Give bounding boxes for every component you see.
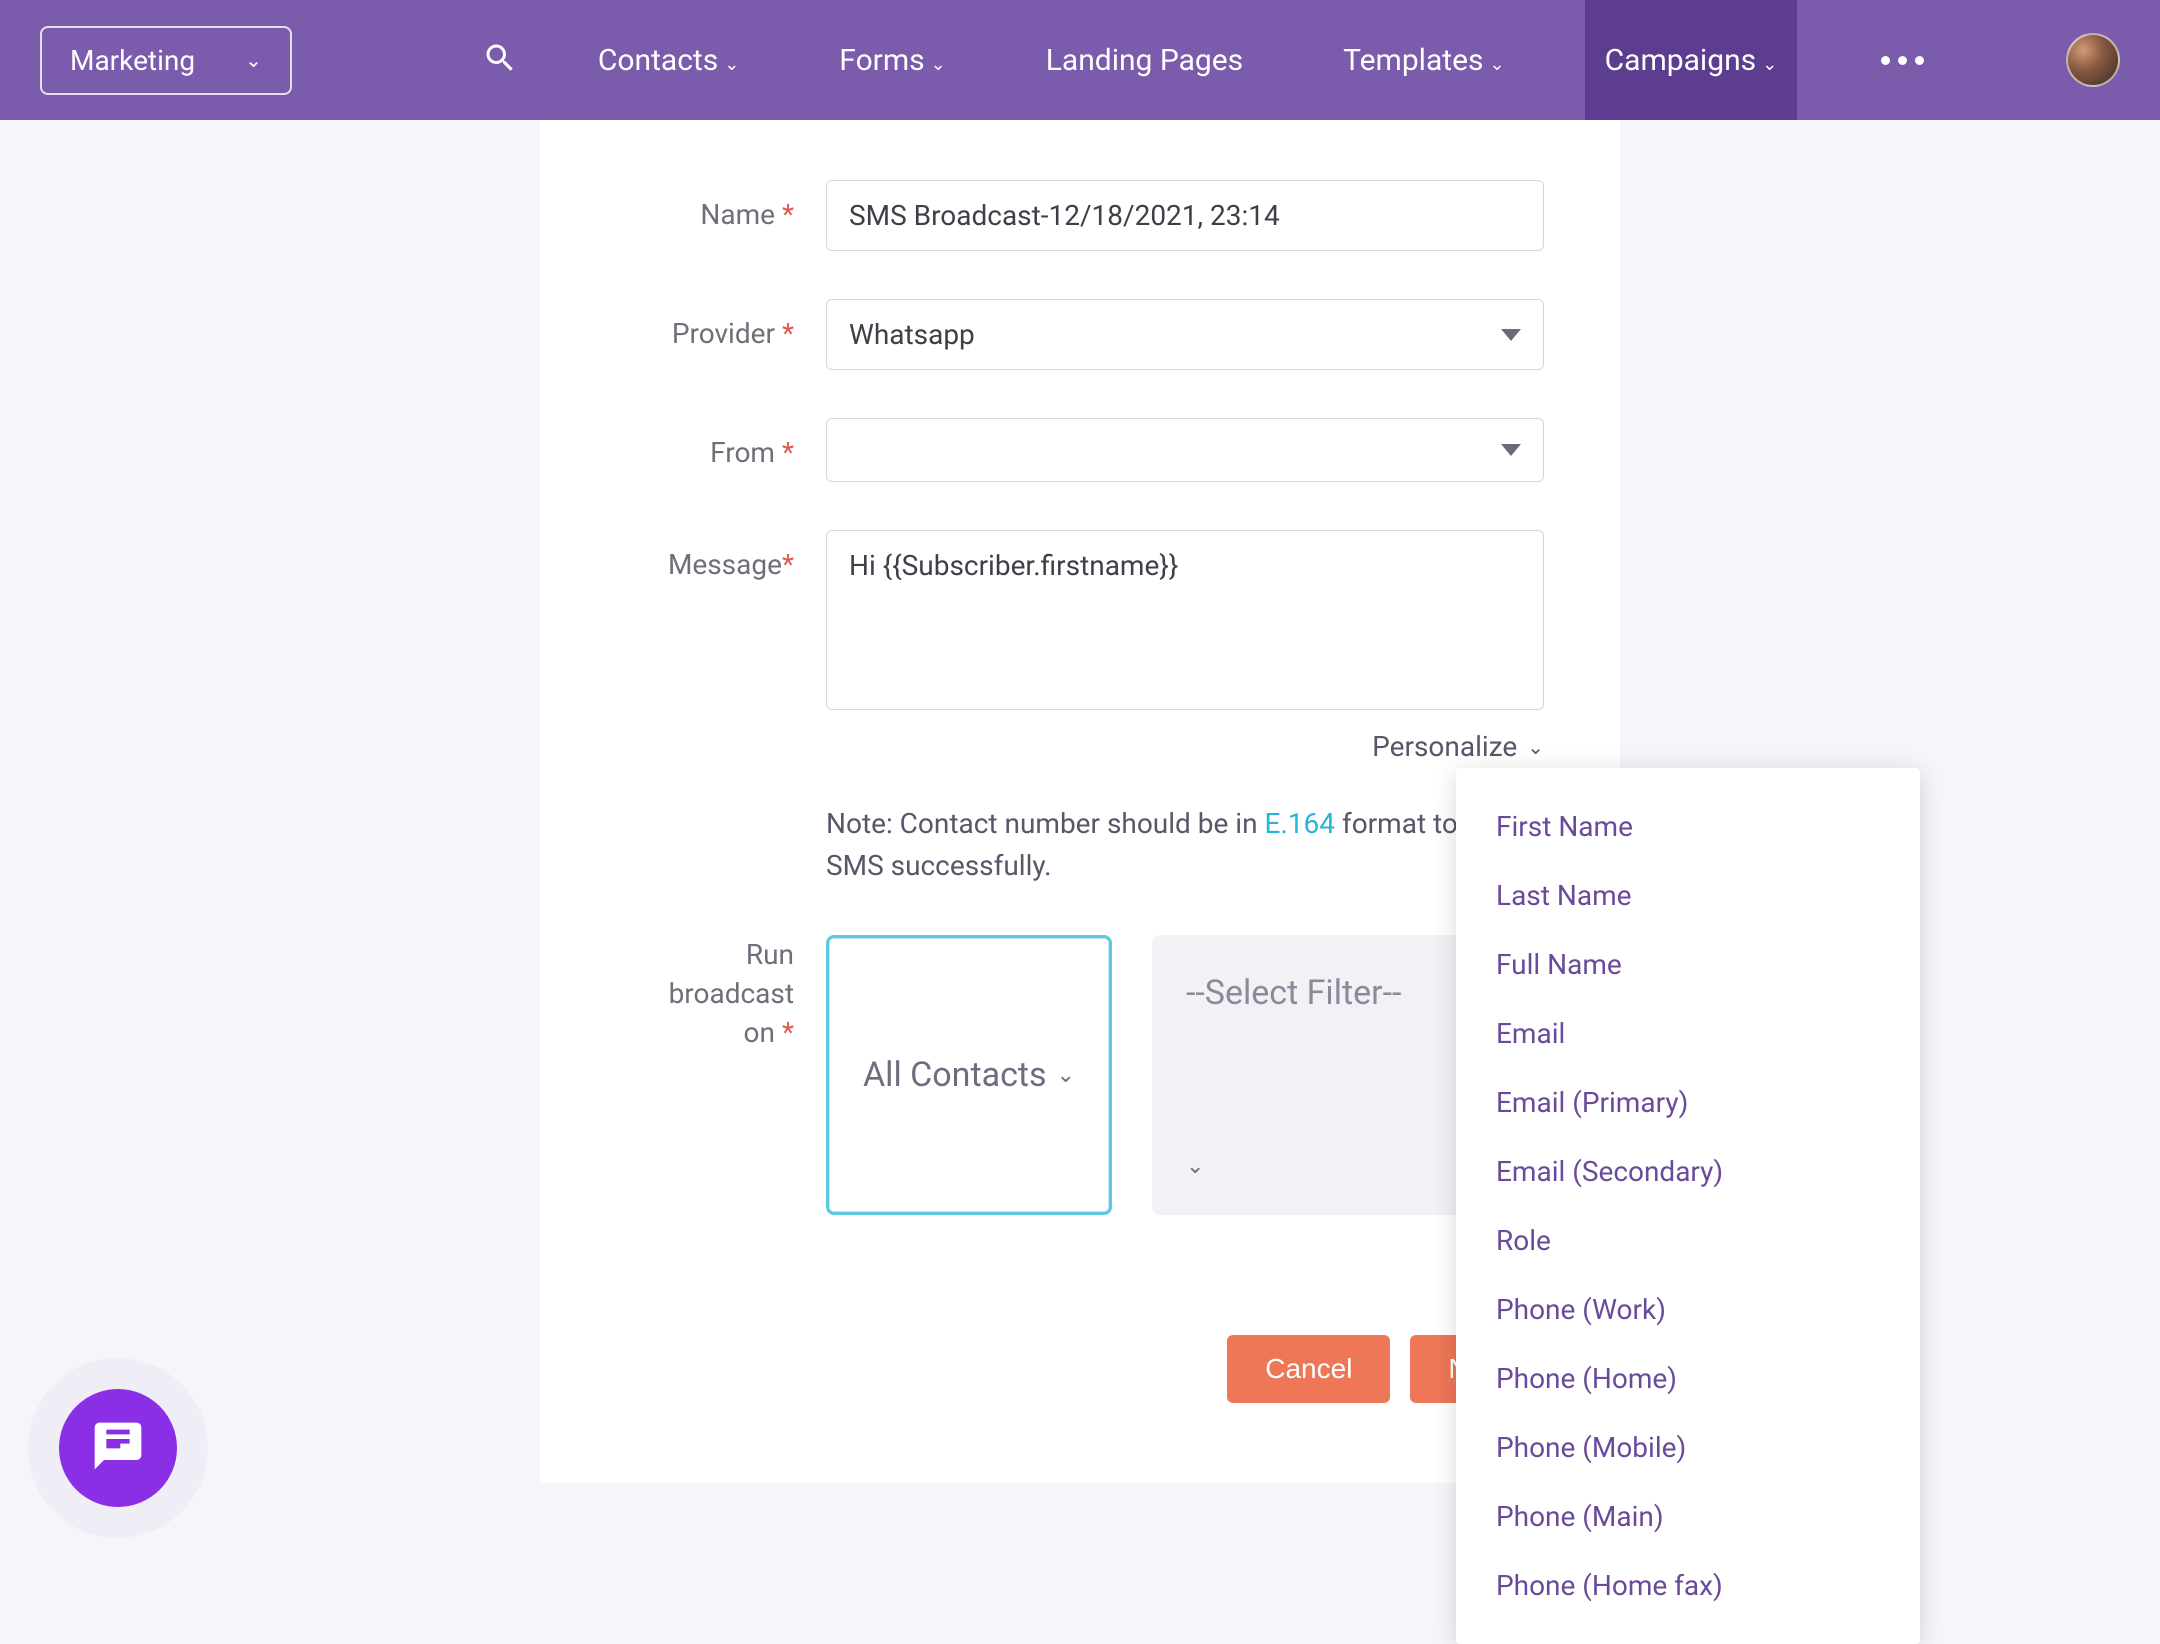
from-select[interactable] bbox=[826, 418, 1544, 482]
chevron-down-icon: ⌄ bbox=[931, 54, 946, 75]
dots-icon bbox=[1898, 56, 1907, 65]
personalize-option[interactable]: Full Name bbox=[1456, 930, 1920, 999]
personalize-option[interactable]: First Name bbox=[1456, 792, 1920, 861]
contacts-select-value: All Contacts bbox=[863, 1055, 1047, 1095]
personalize-option[interactable]: Email bbox=[1456, 999, 1920, 1068]
personalize-label: Personalize bbox=[1372, 730, 1517, 763]
nav-item-label: Campaigns bbox=[1605, 43, 1757, 78]
nav-item-label: Landing Pages bbox=[1046, 43, 1243, 78]
dots-icon bbox=[1915, 56, 1924, 65]
provider-label: Provider * bbox=[616, 299, 826, 350]
broadcast-label: Run broadcast on * bbox=[616, 935, 826, 1053]
nav-contacts[interactable]: Contacts ⌄ bbox=[578, 0, 759, 120]
name-label: Name * bbox=[616, 180, 826, 231]
chat-fab-halo bbox=[28, 1358, 208, 1538]
personalize-option[interactable]: Role bbox=[1456, 1206, 1920, 1275]
nav-templates[interactable]: Templates ⌄ bbox=[1323, 0, 1524, 120]
dots-icon bbox=[1881, 56, 1890, 65]
chevron-down-icon: ⌄ bbox=[1762, 54, 1777, 75]
chevron-down-icon: ⌄ bbox=[1527, 735, 1544, 759]
avatar[interactable] bbox=[2066, 33, 2120, 87]
message-label: Message* bbox=[616, 530, 826, 581]
nav-forms[interactable]: Forms ⌄ bbox=[819, 0, 965, 120]
personalize-option[interactable]: Phone (Work) bbox=[1456, 1275, 1920, 1344]
search-icon[interactable] bbox=[482, 40, 518, 80]
caret-down-icon bbox=[1501, 329, 1521, 341]
name-input[interactable] bbox=[826, 180, 1544, 251]
top-nav: Marketing ⌄ Contacts ⌄ Forms ⌄ Landing P… bbox=[0, 0, 2160, 120]
personalize-option[interactable]: Email (Primary) bbox=[1456, 1068, 1920, 1137]
chat-fab[interactable] bbox=[59, 1389, 177, 1507]
chat-icon bbox=[90, 1418, 146, 1478]
personalize-option[interactable]: Phone (Home) bbox=[1456, 1344, 1920, 1413]
chevron-down-icon: ⌄ bbox=[1057, 1063, 1075, 1088]
nav-item-label: Contacts bbox=[598, 43, 718, 78]
e164-link[interactable]: E.164 bbox=[1265, 807, 1336, 840]
personalize-option[interactable]: Phone (Home fax) bbox=[1456, 1551, 1920, 1620]
personalize-option[interactable]: Email (Secondary) bbox=[1456, 1137, 1920, 1206]
app-switcher[interactable]: Marketing ⌄ bbox=[40, 26, 292, 95]
chevron-down-icon: ⌄ bbox=[724, 54, 739, 75]
cancel-button[interactable]: Cancel bbox=[1227, 1335, 1390, 1403]
nav-group: Contacts ⌄ Forms ⌄ Landing Pages Templat… bbox=[482, 0, 1947, 120]
nav-item-label: Templates bbox=[1343, 43, 1483, 78]
message-textarea[interactable] bbox=[826, 530, 1544, 710]
chevron-down-icon: ⌄ bbox=[1490, 54, 1505, 75]
chevron-down-icon: ⌄ bbox=[245, 48, 262, 72]
nav-item-label: Forms bbox=[839, 43, 924, 78]
provider-value: Whatsapp bbox=[849, 318, 975, 351]
personalize-option[interactable]: Phone (Mobile) bbox=[1456, 1413, 1920, 1482]
nav-landing-pages[interactable]: Landing Pages bbox=[1026, 0, 1263, 120]
personalize-trigger[interactable]: Personalize ⌄ bbox=[616, 730, 1544, 763]
contacts-select[interactable]: All Contacts ⌄ bbox=[826, 935, 1112, 1215]
personalize-option[interactable]: Last Name bbox=[1456, 861, 1920, 930]
personalize-option[interactable]: Phone (Main) bbox=[1456, 1482, 1920, 1551]
caret-down-icon bbox=[1501, 444, 1521, 456]
from-label: From * bbox=[616, 418, 826, 469]
nav-overflow[interactable] bbox=[1857, 0, 1947, 120]
app-switcher-label: Marketing bbox=[70, 44, 195, 77]
nav-campaigns[interactable]: Campaigns ⌄ bbox=[1585, 0, 1798, 120]
provider-select[interactable]: Whatsapp bbox=[826, 299, 1544, 370]
personalize-dropdown: First Name Last Name Full Name Email Ema… bbox=[1456, 768, 1920, 1644]
format-note: Note: Contact number should be in E.164 … bbox=[616, 803, 1544, 887]
